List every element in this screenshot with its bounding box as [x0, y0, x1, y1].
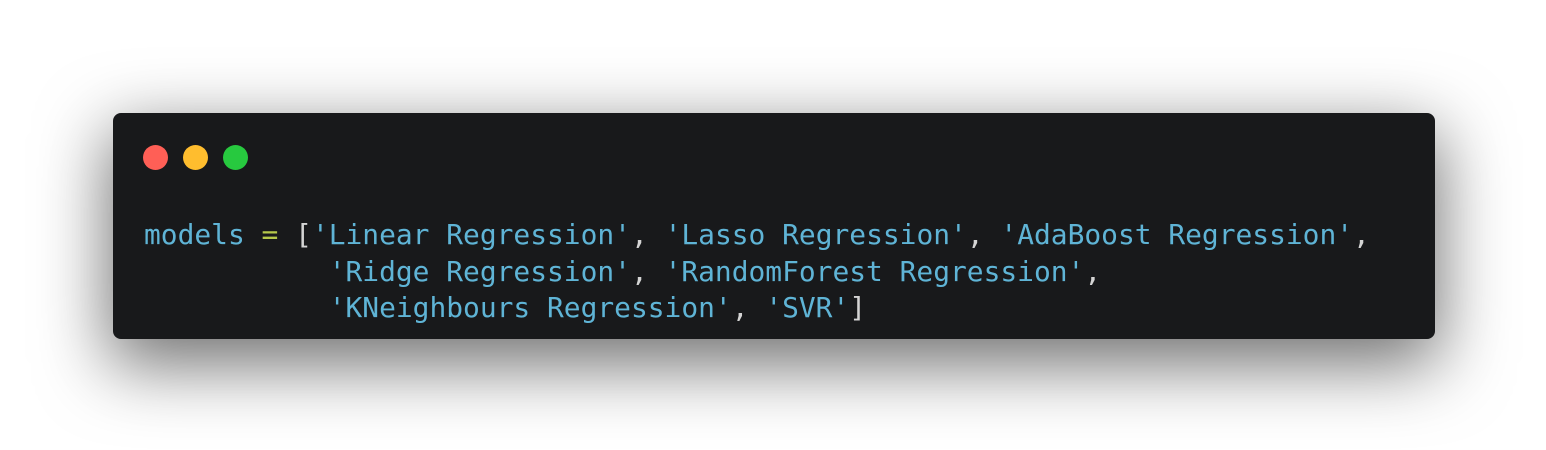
comma: , — [731, 291, 766, 325]
trailing-comma: , — [1084, 254, 1102, 288]
assignment-operator: = — [261, 218, 279, 251]
code-window: models = ['Linear Regression', 'Lasso Re… — [113, 113, 1435, 339]
string-literal: 'KNeighbours Regression' — [328, 291, 732, 325]
code-block: models = ['Linear Regression', 'Lasso Re… — [144, 217, 1370, 327]
string-literal: 'Lasso Regression' — [664, 218, 967, 251]
string-literal: 'Ridge Regression' — [328, 254, 631, 288]
open-bracket: [ — [295, 218, 312, 251]
comma: , — [966, 218, 1001, 251]
window-controls — [143, 145, 248, 170]
string-literal: 'AdaBoost Regression' — [1000, 218, 1354, 251]
string-literal: 'Linear Regression' — [311, 218, 631, 251]
string-literal: 'RandomForest Regression' — [664, 254, 1085, 288]
minimize-window-icon[interactable] — [183, 145, 208, 170]
trailing-comma: , — [1353, 218, 1370, 251]
variable-name: models — [144, 218, 245, 251]
comma: , — [630, 254, 665, 288]
close-window-icon[interactable] — [143, 145, 168, 170]
maximize-window-icon[interactable] — [223, 145, 248, 170]
comma: , — [630, 218, 665, 251]
string-literal: 'SVR' — [765, 291, 850, 325]
close-bracket: ] — [849, 291, 867, 325]
